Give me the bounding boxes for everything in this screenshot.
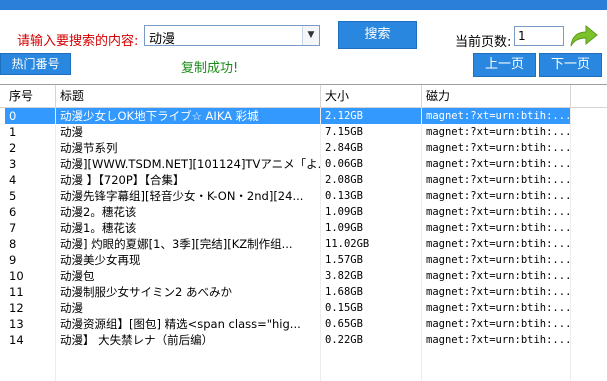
- row-index: 11: [9, 285, 24, 299]
- table-row[interactable]: 4 动漫 】【720P】【合集】 2.08GB magnet:?xt=urn:btih…: [0, 172, 607, 188]
- table-row[interactable]: 12 动漫 0.15GB magnet:?xt=urn:btih:...: [0, 300, 607, 316]
- table-row[interactable]: 1 动漫 7.15GB magnet:?xt=urn:btih:...: [0, 124, 607, 140]
- hot-numbers-button[interactable]: 热门番号: [0, 53, 71, 75]
- row-magnet: magnet:?xt=urn:btih:...: [426, 254, 570, 266]
- row-magnet: magnet:?xt=urn:btih:...: [426, 174, 570, 186]
- row-size: 2.12GB: [321, 108, 421, 124]
- row-title: 动漫1。穗花该: [60, 221, 137, 235]
- row-title: 动漫: [60, 125, 83, 139]
- table-row[interactable]: 11 动漫制服少女サイミン2 あべみか 1.68GB magnet:?xt=urn:b…: [0, 284, 607, 300]
- list-header: 序号 标题 大小 磁力: [0, 85, 607, 108]
- row-title: 动漫少女しOK地下ライブ☆ AIKA 彩城: [56, 108, 320, 124]
- row-magnet: magnet:?xt=urn:btih:...: [426, 270, 570, 282]
- row-index: 2: [9, 141, 17, 155]
- row-magnet: magnet:?xt=urn:btih:...: [426, 190, 570, 202]
- row-index: 0: [5, 108, 55, 124]
- row-size: 0.06GB: [325, 158, 363, 170]
- status-message: 复制成功!: [181, 61, 239, 76]
- row-size: 0.65GB: [325, 318, 363, 330]
- row-size: 3.82GB: [325, 270, 363, 282]
- go-arrow-icon[interactable]: [568, 22, 600, 50]
- table-row[interactable]: 8 动漫] 灼眼的夏娜[1、3季][完结][KZ制作组... 11.02GB magn…: [0, 236, 607, 252]
- row-magnet: magnet:?xt=urn:btih:...: [422, 108, 570, 124]
- search-input[interactable]: 动漫: [149, 28, 175, 47]
- row-size: 1.57GB: [325, 254, 363, 266]
- table-row[interactable]: 10 动漫包 3.82GB magnet:?xt=urn:btih:...: [0, 268, 607, 284]
- row-title: 动漫资源组】[图包] 精选<span class="hig...: [60, 317, 301, 331]
- row-index: 12: [9, 301, 24, 315]
- search-label: 请输入要搜索的内容:: [17, 34, 139, 49]
- column-header-title[interactable]: 标题: [56, 85, 321, 107]
- page-label: 当前页数:: [455, 35, 512, 50]
- row-title: 动漫: [60, 301, 83, 315]
- row-size: 0.22GB: [325, 334, 363, 346]
- row-title: 动漫] 灼眼的夏娜[1、3季][完结][KZ制作组...: [60, 237, 293, 251]
- row-size: 2.08GB: [325, 174, 363, 186]
- row-size: 0.13GB: [325, 190, 363, 202]
- row-index: 6: [9, 205, 17, 219]
- row-title: 动漫】 大失禁レナ（前后编）: [60, 333, 214, 347]
- row-index: 10: [9, 269, 24, 283]
- row-index: 13: [9, 317, 24, 331]
- row-title: 动漫包: [60, 269, 95, 283]
- row-magnet: magnet:?xt=urn:btih:...: [426, 318, 570, 330]
- row-title: 动漫][WWW.TSDM.NET][101124]TVアニメ「よ...: [60, 157, 320, 171]
- row-size: 0.15GB: [325, 302, 363, 314]
- row-magnet: magnet:?xt=urn:btih:...: [426, 286, 570, 298]
- table-row[interactable]: 7 动漫1。穗花该 1.09GB magnet:?xt=urn:btih:...: [0, 220, 607, 236]
- table-row[interactable]: 14 动漫】 大失禁レナ（前后编） 0.22GB magnet:?xt=urn:bti…: [0, 332, 607, 348]
- row-index: 4: [9, 173, 17, 187]
- row-title: 动漫美少女再现: [60, 253, 141, 267]
- row-size: 1.68GB: [325, 286, 363, 298]
- table-row[interactable]: 9 动漫美少女再现 1.57GB magnet:?xt=urn:btih:...: [0, 252, 607, 268]
- search-button[interactable]: 搜索: [338, 21, 417, 49]
- row-title: 动漫2。穗花该: [60, 205, 137, 219]
- row-title: 动漫先锋字幕组][轻音少女・K-ON・2nd][24...: [60, 189, 304, 203]
- row-magnet: magnet:?xt=urn:btih:...: [426, 238, 570, 250]
- row-index: 14: [9, 333, 24, 347]
- table-row[interactable]: 13 动漫资源组】[图包] 精选<span class="hig... 0.65GB…: [0, 316, 607, 332]
- row-title: 动漫节系列: [60, 141, 118, 155]
- row-index: 3: [9, 157, 17, 171]
- next-page-button[interactable]: 下一页: [539, 53, 602, 77]
- row-magnet: magnet:?xt=urn:btih:...: [426, 302, 570, 314]
- results-list[interactable]: 序号 标题 大小 磁力 0 动漫少女しOK地下ライブ☆ AIKA 彩城 2.12GB…: [0, 84, 607, 381]
- window-titlebar: [0, 0, 607, 10]
- row-magnet: magnet:?xt=urn:btih:...: [426, 158, 570, 170]
- row-magnet: magnet:?xt=urn:btih:...: [426, 142, 570, 154]
- chevron-down-icon[interactable]: ▼: [302, 26, 319, 45]
- row-index: 9: [9, 253, 17, 267]
- row-size: 1.09GB: [325, 222, 363, 234]
- row-size: 1.09GB: [325, 206, 363, 218]
- column-header-magnet[interactable]: 磁力: [422, 85, 571, 107]
- table-row[interactable]: 5 动漫先锋字幕组][轻音少女・K-ON・2nd][24... 0.13GB magn…: [0, 188, 607, 204]
- table-row[interactable]: 2 动漫节系列 2.84GB magnet:?xt=urn:btih:...: [0, 140, 607, 156]
- table-row[interactable]: 3 动漫][WWW.TSDM.NET][101124]TVアニメ「よ... 0.06…: [0, 156, 607, 172]
- prev-page-button[interactable]: 上一页: [473, 53, 536, 77]
- row-magnet: magnet:?xt=urn:btih:...: [426, 126, 570, 138]
- row-index: 5: [9, 189, 17, 203]
- row-index: 8: [9, 237, 17, 251]
- row-magnet: magnet:?xt=urn:btih:...: [426, 334, 570, 346]
- row-size: 11.02GB: [325, 238, 370, 250]
- search-combobox[interactable]: 动漫 ▼: [144, 25, 320, 47]
- table-row[interactable]: 0 动漫少女しOK地下ライブ☆ AIKA 彩城 2.12GB magnet:?xt=u…: [0, 108, 607, 124]
- row-title: 动漫 】【720P】【合集】: [60, 173, 185, 187]
- table-row[interactable]: 6 动漫2。穗花该 1.09GB magnet:?xt=urn:btih:...: [0, 204, 607, 220]
- column-header-index[interactable]: 序号: [5, 85, 56, 107]
- row-magnet: magnet:?xt=urn:btih:...: [426, 222, 570, 234]
- row-size: 2.84GB: [325, 142, 363, 154]
- row-magnet: magnet:?xt=urn:btih:...: [426, 206, 570, 218]
- row-size: 7.15GB: [325, 126, 363, 138]
- page-number-input[interactable]: 1: [514, 26, 564, 46]
- column-header-size[interactable]: 大小: [321, 85, 422, 107]
- row-index: 7: [9, 221, 17, 235]
- row-title: 动漫制服少女サイミン2 あべみか: [60, 285, 232, 299]
- row-index: 1: [9, 125, 17, 139]
